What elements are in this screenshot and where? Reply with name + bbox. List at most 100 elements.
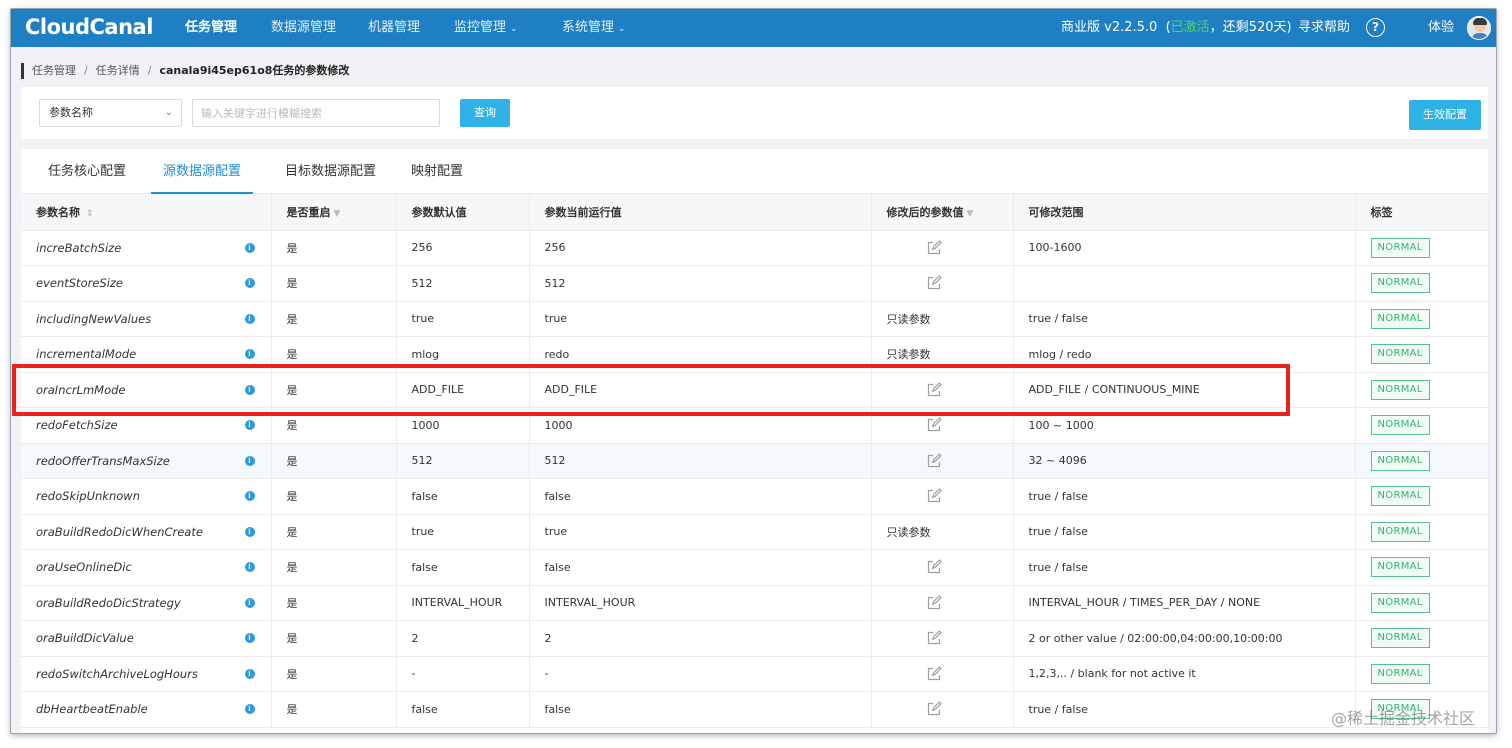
- column-header-name[interactable]: 参数名称 ⇕: [21, 194, 272, 231]
- modified-value-cell[interactable]: [871, 372, 1014, 408]
- modified-value-cell[interactable]: [871, 620, 1014, 657]
- nav-system-management[interactable]: 系统管理 ⌄: [562, 9, 626, 47]
- modified-value-cell[interactable]: [871, 478, 1014, 515]
- edit-icon[interactable]: [926, 275, 942, 291]
- edit-icon[interactable]: [926, 595, 942, 611]
- header-label: 可修改范围: [1028, 205, 1084, 219]
- nav-machine-management[interactable]: 机器管理: [368, 9, 420, 47]
- param-name: redoSkipUnknown: [36, 489, 140, 504]
- restart-cell: 是: [271, 407, 397, 444]
- restart-value: 是: [286, 277, 298, 291]
- table-row: oraBuildRedoDicStrategy i 是 INTERVAL_HOUR IN…: [21, 585, 1489, 621]
- info-icon[interactable]: i: [244, 633, 255, 644]
- range-cell: 100 ~ 1000: [1013, 407, 1356, 444]
- info-icon[interactable]: i: [244, 349, 255, 360]
- info-icon[interactable]: i: [244, 455, 255, 466]
- range-cell: true / false: [1013, 301, 1356, 337]
- info-icon[interactable]: i: [244, 420, 255, 431]
- default-value-cell: 512: [396, 443, 530, 479]
- restart-cell: 是: [271, 265, 397, 302]
- user-name[interactable]: 体验: [1428, 9, 1454, 47]
- edit-icon[interactable]: [926, 488, 942, 504]
- column-header-range: 可修改范围: [1013, 194, 1356, 231]
- edit-icon[interactable]: [926, 559, 942, 575]
- default-value: 2: [411, 631, 419, 645]
- info-icon[interactable]: i: [244, 526, 255, 537]
- nav-monitor-management[interactable]: 监控管理 ⌄: [454, 9, 518, 47]
- table-row: redoFetchSize i 是 1000 1000 100 ~ 1000 NORMAL: [21, 407, 1489, 444]
- tag-cell: NORMAL: [1355, 478, 1489, 515]
- tab-source-datasource-config[interactable]: 源数据源配置: [151, 149, 253, 194]
- nav-datasource-management[interactable]: 数据源管理: [271, 9, 336, 47]
- restart-cell: 是: [271, 443, 397, 479]
- filter-icon[interactable]: ▼: [334, 209, 341, 219]
- edit-icon[interactable]: [926, 701, 942, 717]
- tab-task-core-config[interactable]: 任务核心配置: [35, 149, 139, 194]
- default-value: 512: [411, 276, 433, 290]
- help-link[interactable]: 寻求帮助: [1298, 9, 1350, 47]
- modified-value-cell[interactable]: [871, 407, 1014, 444]
- status-badge: NORMAL: [1370, 237, 1430, 258]
- chevron-down-icon: ⌄: [510, 24, 518, 34]
- current-value: 2: [544, 631, 552, 645]
- nav-task-management[interactable]: 任务管理: [185, 9, 237, 47]
- readonly-label: 只读参数: [886, 312, 931, 326]
- tab-mapping-config[interactable]: 映射配置: [401, 149, 473, 194]
- avatar[interactable]: [1467, 16, 1491, 40]
- column-header-modified[interactable]: 修改后的参数值 ▼: [871, 194, 1014, 231]
- column-header-restart[interactable]: 是否重启 ▼: [271, 194, 397, 231]
- modified-value-cell[interactable]: [871, 265, 1014, 302]
- param-name-cell: incrementalMode i: [21, 336, 272, 373]
- edit-icon[interactable]: [926, 630, 942, 646]
- modified-value-cell[interactable]: [871, 443, 1014, 479]
- breadcrumb-item-task-detail[interactable]: 任务详情: [96, 64, 140, 77]
- apply-config-button[interactable]: 生效配置: [1409, 100, 1481, 130]
- info-icon[interactable]: i: [244, 313, 255, 324]
- cloudcanal-logo[interactable]: CloudCanal: [25, 15, 153, 39]
- search-input[interactable]: [192, 99, 440, 127]
- edit-icon[interactable]: [926, 453, 942, 469]
- modified-value-cell[interactable]: [871, 230, 1014, 266]
- modified-value-cell[interactable]: [871, 549, 1014, 586]
- nav-label: 系统管理: [562, 20, 615, 35]
- info-icon[interactable]: i: [244, 597, 255, 608]
- sort-icon[interactable]: ⇕: [86, 209, 94, 219]
- modified-value-cell[interactable]: [871, 585, 1014, 621]
- range-cell: INTERVAL_HOUR / TIMES_PER_DAY / NONE: [1013, 585, 1356, 621]
- info-icon[interactable]: i: [244, 278, 255, 289]
- default-value-cell: 256: [396, 230, 530, 266]
- current-value: true: [544, 525, 568, 539]
- tag-cell: NORMAL: [1355, 230, 1489, 266]
- edit-icon[interactable]: [926, 382, 942, 398]
- info-icon[interactable]: i: [244, 491, 255, 502]
- breadcrumb-item-tasks[interactable]: 任务管理: [32, 64, 76, 77]
- default-value-cell: true: [396, 514, 530, 550]
- header-label: 参数当前运行值: [544, 205, 622, 219]
- table-row: oraBuildDicValue i 是 2 2 2 or other value / 0…: [21, 620, 1489, 657]
- info-icon[interactable]: i: [244, 704, 255, 715]
- default-value: true: [411, 312, 435, 326]
- edit-icon[interactable]: [926, 240, 942, 256]
- current-value: ADD_FILE: [544, 383, 598, 397]
- restart-value: 是: [286, 632, 298, 646]
- info-icon[interactable]: i: [244, 242, 255, 253]
- query-button[interactable]: 查询: [460, 99, 510, 127]
- info-icon[interactable]: i: [244, 384, 255, 395]
- restart-cell: 是: [271, 691, 397, 728]
- readonly-label: 只读参数: [886, 348, 931, 362]
- search-field-select[interactable]: 参数名称 ⌄: [39, 99, 182, 127]
- edit-icon[interactable]: [926, 666, 942, 682]
- nav-label: 数据源管理: [271, 20, 337, 35]
- edit-icon[interactable]: [926, 417, 942, 433]
- current-value: true: [544, 312, 568, 326]
- filter-icon[interactable]: ▼: [967, 209, 974, 219]
- modified-value-cell: 只读参数: [871, 301, 1014, 337]
- modified-value-cell[interactable]: [871, 691, 1014, 728]
- restart-cell: 是: [271, 549, 397, 586]
- default-value-cell: ADD_FILE: [396, 372, 530, 408]
- info-icon[interactable]: i: [244, 668, 255, 679]
- info-icon[interactable]: i: [244, 562, 255, 573]
- tab-target-datasource-config[interactable]: 目标数据源配置: [273, 149, 388, 194]
- modified-value-cell[interactable]: [871, 656, 1014, 692]
- question-icon[interactable]: ?: [1366, 18, 1385, 37]
